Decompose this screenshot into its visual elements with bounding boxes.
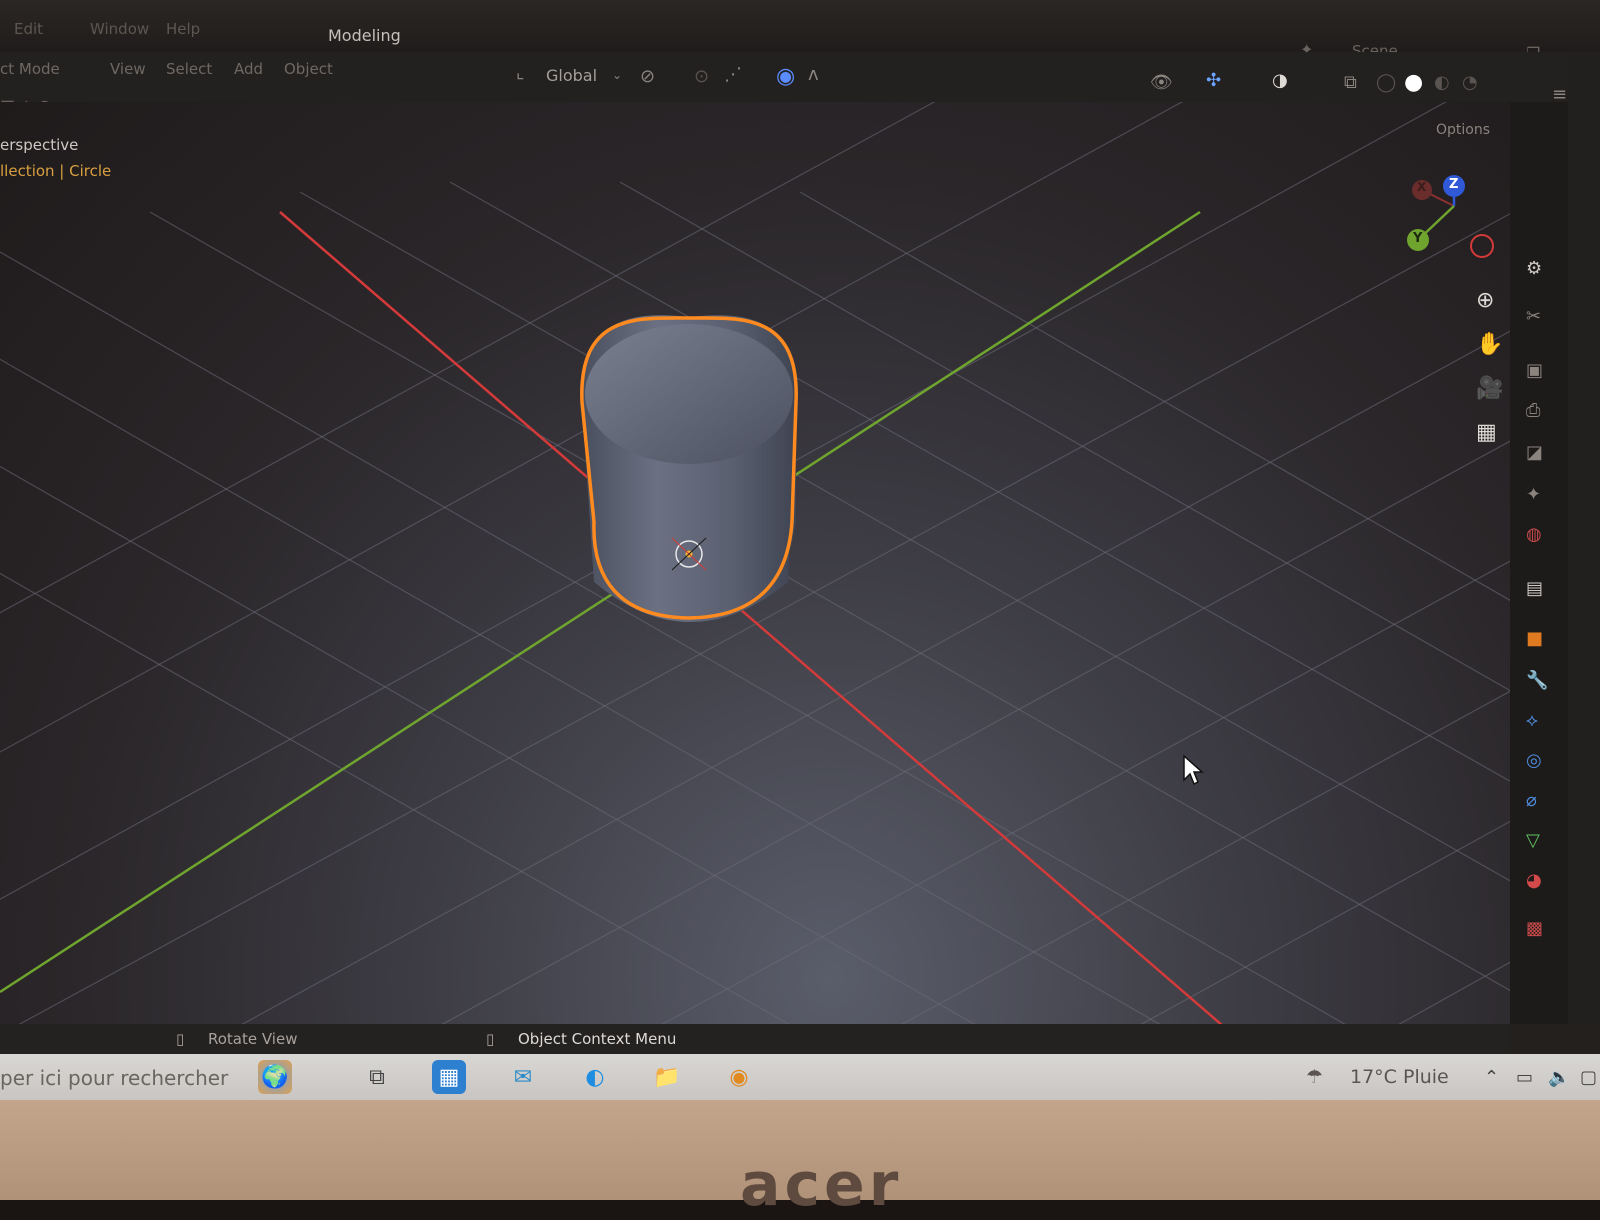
status-rotate-view: Rotate View [208,1030,298,1048]
tool-tab-icon[interactable]: ✂ [1526,306,1541,327]
status-context-menu: Object Context Menu [518,1030,677,1048]
proportional-edit-icon[interactable]: ◉ [776,64,795,89]
constraints-tab-icon[interactable]: ⌀ [1526,790,1537,811]
menu-view[interactable]: View [110,60,146,78]
gizmo-z-label[interactable]: Z [1449,177,1458,192]
gizmo-y-label[interactable]: Y [1413,231,1422,246]
gizmo-x-label[interactable]: X [1417,180,1426,194]
data-tab-icon[interactable]: ▽ [1526,830,1540,851]
mail-icon[interactable]: ✉ [506,1060,540,1094]
zoom-icon[interactable]: ⊕ [1476,288,1494,313]
mouse-right-icon: ▯ [486,1030,495,1048]
chevron-down-icon: ⌄ [612,68,623,82]
scene-tab-icon[interactable]: ✦ [1526,484,1541,505]
falloff-icon[interactable]: ʌ [808,64,819,85]
output-tab-icon[interactable]: ⎙ [1526,400,1540,421]
material-shading-icon[interactable]: ◐ [1434,72,1450,93]
physics-tab-icon[interactable]: ◎ [1526,750,1542,771]
material-tab-icon[interactable]: ◕ [1526,870,1542,891]
network-icon[interactable]: ▢ [1580,1067,1597,1088]
world-tab-icon[interactable]: ◍ [1526,524,1542,545]
ortho-grid-icon[interactable]: ▦ [1476,420,1497,445]
transform-orientation-dropdown[interactable]: Global [546,66,597,85]
collection-label: llection | Circle [0,162,112,180]
collection-tab-icon[interactable]: ▤ [1526,578,1543,599]
menu-add[interactable]: Add [234,60,263,78]
options-dropdown[interactable]: Options [1436,122,1490,138]
viewport-scene [0,102,1510,1024]
weather-icon[interactable]: ☂ [1306,1066,1323,1088]
pan-hand-icon[interactable]: ✋ [1476,332,1503,357]
menu-window[interactable]: Window [90,20,149,38]
screen: Edit Window Help Modeling ✦ Scene ❐ ct M… [0,0,1600,1100]
solid-shading-icon[interactable]: ● [1404,70,1423,95]
file-explorer-icon[interactable]: 📁 [650,1060,684,1094]
rendered-shading-icon[interactable]: ◔ [1462,72,1478,93]
edge-browser-icon[interactable]: ◐ [578,1060,612,1094]
status-bar: ▯ Rotate View ▯ Object Context Menu [0,1024,1510,1054]
snap-target-icon[interactable]: ⋰ [724,64,742,85]
texture-tab-icon[interactable]: ▩ [1526,918,1543,939]
editor-type-icon[interactable]: ⚙ [1526,258,1542,279]
camera-icon[interactable]: 🎥 [1476,376,1503,401]
gizmo-toggle-icon[interactable]: ✣ [1206,70,1221,91]
taskbar-search-input[interactable]: per ici pour rechercher [0,1066,228,1090]
view-perspective-label: erspective [0,136,79,154]
menu-help[interactable]: Help [166,20,200,38]
properties-panel-edge [1568,52,1600,1024]
view-layer-tab-icon[interactable]: ◪ [1526,442,1543,463]
xray-icon[interactable]: ⧉ [1344,72,1357,93]
wireframe-shading-icon[interactable]: ◯ [1376,72,1396,93]
weather-widget[interactable]: 17°C Pluie [1350,1066,1449,1088]
menu-select[interactable]: Select [166,60,212,78]
visibility-icon[interactable]: 👁 [1150,72,1173,93]
particles-tab-icon[interactable]: ⟡ [1526,710,1538,731]
top-menu-bar: Edit Window Help Modeling ✦ Scene ❐ [0,0,1600,63]
mode-selector[interactable]: ct Mode [0,60,60,78]
blender-app-icon[interactable]: ◉ [722,1060,756,1094]
snap-icon[interactable]: ⊙ [694,66,709,87]
search-highlight-icon[interactable]: 🌍 [258,1060,292,1094]
render-tab-icon[interactable]: ▣ [1526,360,1543,381]
menu-edit[interactable]: Edit [14,20,43,38]
volume-icon[interactable]: 🔈 [1548,1067,1570,1088]
menu-object[interactable]: Object [284,60,333,78]
windows-taskbar: per ici pour rechercher 🌍 ⧉ ▦ ✉ ◐ 📁 ◉ ☂ … [0,1054,1600,1100]
task-view-icon[interactable]: ⧉ [360,1060,394,1094]
orientation-icon: ⌞ [516,62,525,83]
workspace-tab-modeling[interactable]: Modeling [328,26,401,45]
laptop-brand-logo: acer [740,1150,903,1220]
mouse-pointer-icon [1183,754,1204,786]
modifier-wrench-icon[interactable]: 🔧 [1526,670,1548,691]
laptop-bezel: acer [0,1100,1600,1220]
pivot-point-icon[interactable]: ⊘ [640,66,655,87]
chevron-up-icon[interactable]: ⌃ [1484,1067,1499,1088]
store-icon[interactable]: ▦ [432,1060,466,1094]
cylinder-object [580,315,798,622]
overlays-icon[interactable]: ◑ [1272,70,1288,91]
mouse-middle-icon: ▯ [176,1030,185,1048]
object-tab-icon[interactable]: ■ [1526,628,1543,649]
3d-viewport[interactable]: X Z Y erspective llection | Circle Optio… [0,102,1510,1024]
battery-icon[interactable]: ▭ [1516,1067,1533,1088]
